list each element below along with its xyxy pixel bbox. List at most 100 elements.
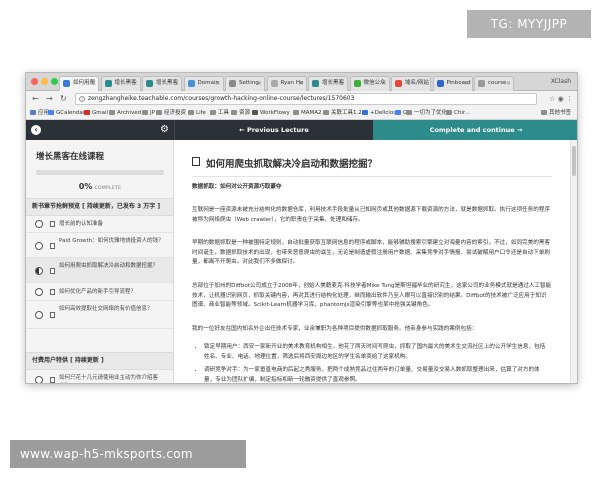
browser-tab[interactable]: course × [474, 76, 514, 91]
browser-tab[interactable]: 微信公众 × [349, 76, 390, 91]
browser-tab[interactable]: Ryan Ho × [266, 76, 307, 91]
watermark-banner: www.wap-h5-mksports.com [10, 440, 246, 468]
lesson-label: 增长前的认知准备 [59, 221, 104, 227]
favicon-icon [312, 80, 319, 87]
document-icon [50, 242, 55, 249]
complete-continue-text: Complete and continue [429, 126, 515, 134]
close-tab-icon[interactable]: × [132, 77, 137, 90]
browser-tab[interactable]: 增长黑客 × [308, 76, 348, 91]
bookmark-item[interactable]: Chir... [446, 107, 470, 120]
gear-icon[interactable]: ⚙ [159, 124, 170, 135]
other-bookmarks[interactable]: 其他书签 [540, 107, 571, 120]
close-window-button[interactable] [31, 78, 38, 85]
bookmark-item[interactable]: JP [142, 107, 155, 120]
bookmark-item[interactable]: 关联工具1.2 [323, 107, 362, 120]
maximize-window-button[interactable] [51, 78, 58, 85]
lesson-status-icon [35, 288, 43, 296]
bookmark-label: 经济投资 [164, 110, 187, 116]
close-tab-icon[interactable]: × [91, 77, 96, 90]
lesson-status-icon [35, 311, 43, 319]
close-tab-icon[interactable]: × [215, 77, 220, 90]
bookmark-icon [406, 110, 412, 115]
browser-tab[interactable]: Domain × [183, 76, 224, 91]
close-tab-icon[interactable]: × [340, 77, 345, 90]
bookmark-item[interactable]: GCalendar [48, 107, 85, 120]
paragraph-1: 互联网是一座资源未被充分结构化的数据仓库，利用技术手段批量从已知网页或其他数据源… [192, 207, 551, 223]
document-icon [192, 157, 200, 166]
lesson-status-icon [35, 241, 43, 250]
previous-lecture-button[interactable]: ← Previous Lecture [174, 120, 373, 140]
favicon-icon [270, 80, 278, 87]
folder-icon [540, 110, 547, 115]
course-sidebar: 增长黑客在线课程 0% COMPLETE 新书章节抢鲜预览 [ 持续更新，已发布… [26, 140, 174, 383]
case-item: 锁定早期用户：西安一家新开业的美术教育机构相生，他花了两天时间写爬虫，抓取了国内… [204, 343, 550, 362]
close-tab-icon[interactable]: × [381, 77, 386, 90]
bookmark-item[interactable]: Life [188, 107, 206, 120]
tab-label: course [488, 80, 507, 86]
bookmark-icon [30, 110, 36, 115]
back-circle-icon[interactable]: ‹ [31, 125, 41, 135]
close-tab-icon[interactable]: × [423, 77, 428, 90]
lesson-item[interactable]: Paid Growth：如何优雅地烧投资人的钱？ [26, 233, 173, 258]
scrollbar-thumb[interactable] [572, 146, 576, 176]
lesson-item[interactable]: 如何用爬虫抓取解决冷启动和数据挖掘？ [26, 258, 173, 283]
forward-arrow-icon[interactable]: → [46, 94, 53, 104]
bookmark-icon [109, 110, 115, 115]
browser-window: 如何用爬 × 增长黑客 × 增长黑客 × Domain × Setting × Ryan Ho × 增长… [25, 72, 578, 384]
bookmark-item[interactable]: WorkFlowy [252, 107, 290, 120]
extension-icons[interactable]: ☆ ◉ ⋮ [549, 94, 573, 104]
info-icon [79, 96, 85, 102]
screenshot-stage: TG: MYYJJPP 如何用爬 × 增长黑客 × 增长黑客 × Domain × Settin… [0, 0, 600, 480]
bookmark-item[interactable]: 应用 [30, 107, 49, 120]
lesson-item[interactable]: 如何高效提取社交网络的有价值信息？ [26, 301, 173, 329]
lesson-item-paid[interactable]: 如何只花十几元请使用业主动为你介绍客户？ [26, 370, 173, 383]
case-item: 调研竞争对手：为一家垂直电商的后起之秀服务，把两个成熟竞品过往两年的订单量、交易… [204, 366, 550, 383]
bookmark-item[interactable]: 一切为了优化 [406, 107, 447, 120]
lesson-item[interactable]: 增长前的认知准备 [26, 215, 173, 233]
browser-tab[interactable]: 域名/网站 × [391, 76, 431, 91]
bookmark-item[interactable]: 经济投资 [156, 107, 186, 120]
previous-lecture-text: Previous Lecture [246, 126, 309, 134]
close-tab-icon[interactable]: × [506, 77, 511, 90]
close-tab-icon[interactable]: × [174, 77, 179, 90]
bookmark-label: 关联工具1.2 [331, 110, 362, 116]
browser-tab[interactable]: Setting × [225, 76, 265, 91]
bookmark-item[interactable]: Gmail [84, 107, 108, 120]
reload-icon[interactable]: ↻ [60, 94, 67, 104]
favicon-icon [63, 80, 70, 87]
browser-tab[interactable]: 如何用爬 × [59, 76, 99, 91]
complete-continue-button[interactable]: Complete and continue → [373, 120, 577, 140]
back-arrow-icon[interactable]: ← [32, 94, 39, 104]
bookmark-label: Gmail [92, 110, 109, 116]
lesson-label: 如何高效提取社交网络的有价值信息？ [59, 306, 153, 312]
bookmark-icon [323, 110, 329, 115]
browser-tab[interactable]: Pinboard × [432, 76, 473, 91]
url-input[interactable]: zengzhangheike.teachable.com/courses/gro… [75, 93, 537, 105]
scrollbar[interactable] [570, 140, 577, 383]
bookmark-item[interactable]: 资源 [231, 107, 250, 120]
close-tab-icon[interactable]: × [298, 77, 303, 90]
progress-readout: 0% COMPLETE [26, 182, 173, 191]
bookmark-icon [293, 110, 299, 115]
close-tab-icon[interactable]: × [464, 77, 469, 90]
complete-continue-label: Complete and continue → [429, 126, 523, 134]
browser-tab[interactable]: 增长黑客 × [142, 76, 182, 91]
close-tab-icon[interactable]: × [257, 77, 262, 90]
bookmark-item[interactable]: Archived [109, 107, 141, 120]
lesson-label: 如何优化产品的新手引导流程？ [59, 289, 137, 295]
document-icon [50, 312, 55, 318]
bookmark-item[interactable]: 工具 [210, 107, 229, 120]
lecture-content: 如何用爬虫抓取解决冷启动和数据挖掘？ 数据抓取：如何对公开资源巧取豪夺 互联网是… [174, 140, 572, 383]
bookmark-icon [252, 110, 258, 115]
bookmark-item[interactable]: +Delicious [362, 107, 400, 120]
minimize-window-button[interactable] [41, 78, 48, 85]
browser-tab[interactable]: 增长黑客 × [100, 76, 141, 91]
section-title-paid: 付费用户特供 [ 持续更新 ] [26, 352, 173, 370]
progress-complete-word: COMPLETE [94, 186, 122, 191]
bookmark-item[interactable]: MAMA2 [293, 107, 322, 120]
url-text: zengzhangheike.teachable.com/courses/gro… [88, 95, 355, 102]
profile-name[interactable]: XClash [551, 73, 571, 91]
document-icon [50, 221, 55, 227]
bookmark-label: Chir... [454, 110, 470, 116]
lesson-item[interactable]: 如何优化产品的新手引导流程？ [26, 283, 173, 301]
